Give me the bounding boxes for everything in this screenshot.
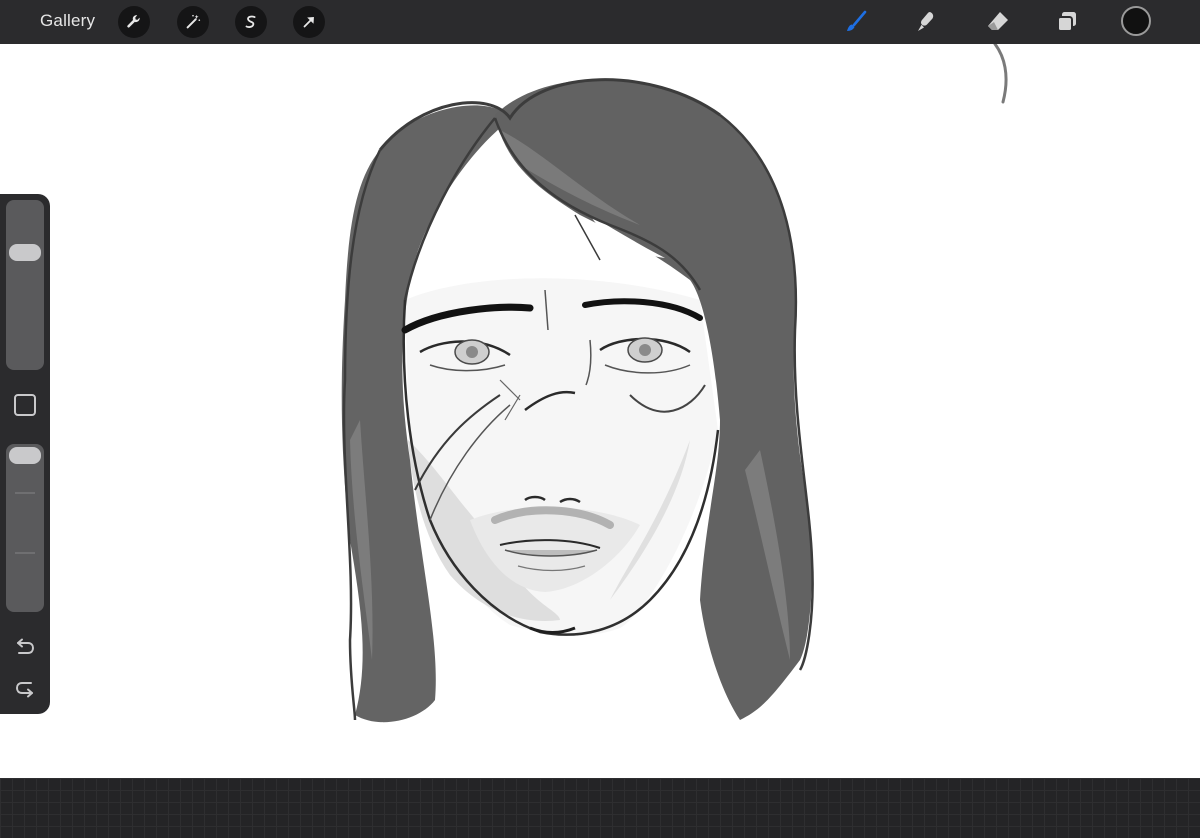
slider-tick <box>15 552 35 554</box>
arrow-cursor-icon <box>303 17 314 28</box>
eraser-icon <box>988 12 1008 30</box>
modify-square-button[interactable] <box>14 394 36 416</box>
layers-icon <box>1057 12 1076 32</box>
transform-button[interactable] <box>293 6 325 38</box>
top-toolbar: Gallery <box>0 0 1200 44</box>
left-sidebar <box>0 194 50 714</box>
brush-size-slider[interactable] <box>6 200 44 370</box>
smudge-tool-button[interactable] <box>910 6 942 38</box>
brush-tool-button[interactable] <box>840 6 872 38</box>
brush-opacity-thumb[interactable] <box>9 447 41 464</box>
eraser-tool-button[interactable] <box>982 6 1014 38</box>
actions-wrench-button[interactable] <box>118 6 150 38</box>
brush-icon <box>847 10 867 31</box>
layers-tool-button[interactable] <box>1051 6 1083 38</box>
magic-wand-icon <box>186 14 201 29</box>
wrench-icon <box>127 15 140 28</box>
drawing-canvas[interactable] <box>0 44 1200 778</box>
slider-tick <box>15 492 35 494</box>
undo-button[interactable] <box>12 636 38 658</box>
undo-icon <box>17 638 35 654</box>
brush-size-thumb[interactable] <box>9 244 41 262</box>
adjustments-button[interactable] <box>177 6 209 38</box>
color-picker-button[interactable] <box>1121 6 1151 36</box>
face-sketch-illustration <box>341 44 1008 723</box>
brush-opacity-slider[interactable] <box>6 444 44 612</box>
selection-s-icon <box>245 15 256 28</box>
selection-button[interactable] <box>235 6 267 38</box>
redo-icon <box>15 682 33 698</box>
gallery-button[interactable]: Gallery <box>40 11 95 31</box>
smudge-icon <box>918 12 934 31</box>
redo-button[interactable] <box>12 678 38 700</box>
bottom-grid-area <box>0 778 1200 838</box>
